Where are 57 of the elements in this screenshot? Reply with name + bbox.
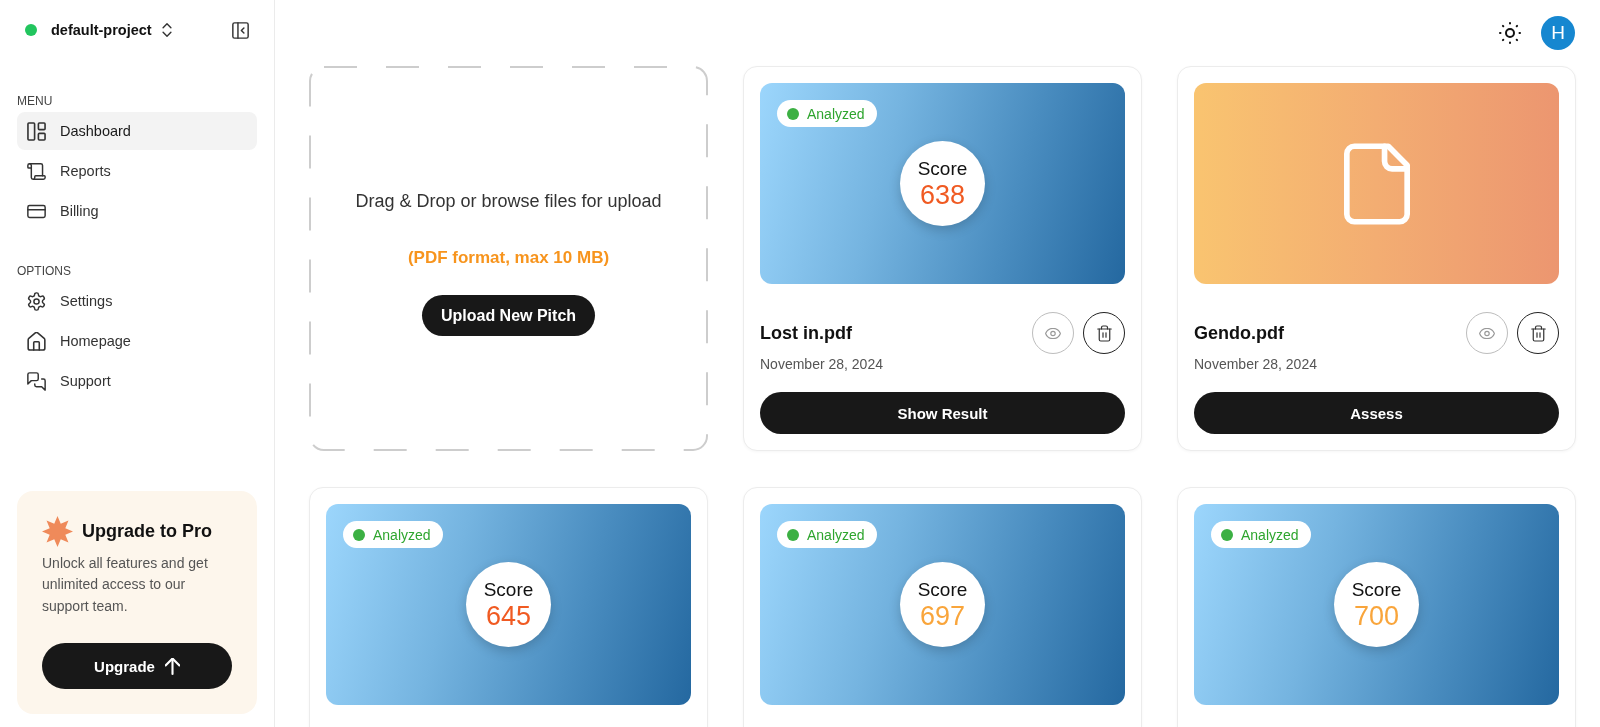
score-value: 638 xyxy=(919,179,966,211)
user-avatar[interactable]: H xyxy=(1541,16,1575,50)
chevron-updown-icon[interactable] xyxy=(161,23,172,37)
section-label: OPTIONS xyxy=(17,263,72,279)
status-dot-icon xyxy=(25,24,37,36)
upload-button[interactable]: Upload New Pitch xyxy=(421,295,596,336)
chat-bubbles-icon xyxy=(27,371,46,391)
upgrade-description: Unlock all features and get unlimited access to our support team. xyxy=(42,553,209,616)
status-text: Analyzed xyxy=(373,526,431,543)
layout-grid-icon xyxy=(27,121,46,141)
file-name: Gendo.pdf xyxy=(1194,322,1284,344)
status-dot-icon xyxy=(787,107,799,120)
upload-dropzone[interactable]: Drag & Drop or browse files for upload (PDF format, max 10 MB) Upload New Pitch xyxy=(309,66,708,451)
status-text: Analyzed xyxy=(807,526,865,543)
file-name: Lost in.pdf xyxy=(760,322,852,344)
card-date: November 28, 2024 xyxy=(760,355,884,374)
status-text: Analyzed xyxy=(807,105,865,122)
sidebar-toggle-icon[interactable] xyxy=(232,21,249,39)
upload-instructions: Drag & Drop or browse files for upload xyxy=(355,190,662,213)
score-label: Score xyxy=(917,577,968,601)
upgrade-title: Upgrade to Pro xyxy=(82,520,212,542)
sun-icon[interactable] xyxy=(1499,22,1521,44)
score-value: 700 xyxy=(1353,600,1400,632)
trash-icon xyxy=(1096,324,1112,342)
delete-button[interactable] xyxy=(1083,312,1125,354)
status-dot-icon xyxy=(1221,528,1233,541)
nav-item[interactable]: Billing xyxy=(17,192,257,230)
card-action-button[interactable]: Show Result xyxy=(760,392,1125,434)
status-dot-icon xyxy=(353,528,365,541)
nav-item[interactable]: Settings xyxy=(17,282,257,320)
card-action-button[interactable]: Assess xyxy=(1194,392,1559,434)
nav-item[interactable]: Support xyxy=(17,362,257,400)
section-label: MENU xyxy=(17,93,54,109)
trash-icon xyxy=(1530,324,1546,342)
starburst-icon xyxy=(42,515,73,547)
upload-format-hint: (PDF format, max 10 MB) xyxy=(407,247,610,269)
card-date: November 28, 2024 xyxy=(1194,355,1318,374)
settings-icon xyxy=(27,291,46,311)
nav-item[interactable]: Dashboard xyxy=(17,112,257,150)
arrow-up-icon xyxy=(164,657,180,675)
nav-item[interactable]: Homepage xyxy=(17,322,257,360)
delete-button[interactable] xyxy=(1517,312,1559,354)
score-label: Score xyxy=(917,156,968,180)
status-text: Analyzed xyxy=(1241,526,1299,543)
project-name[interactable]: default-project xyxy=(51,22,152,38)
eye-icon xyxy=(1479,327,1495,339)
status-dot-icon xyxy=(787,528,799,541)
nav-item[interactable]: Reports xyxy=(17,152,257,190)
eye-icon xyxy=(1045,327,1061,339)
document-icon xyxy=(1343,142,1410,225)
score-value: 697 xyxy=(919,600,966,632)
scroll-icon xyxy=(27,161,46,181)
upgrade-button[interactable]: Upgrade xyxy=(42,643,232,689)
score-label: Score xyxy=(1351,577,1402,601)
score-label: Score xyxy=(483,577,534,601)
score-value: 645 xyxy=(485,600,532,632)
home-icon xyxy=(27,331,46,351)
